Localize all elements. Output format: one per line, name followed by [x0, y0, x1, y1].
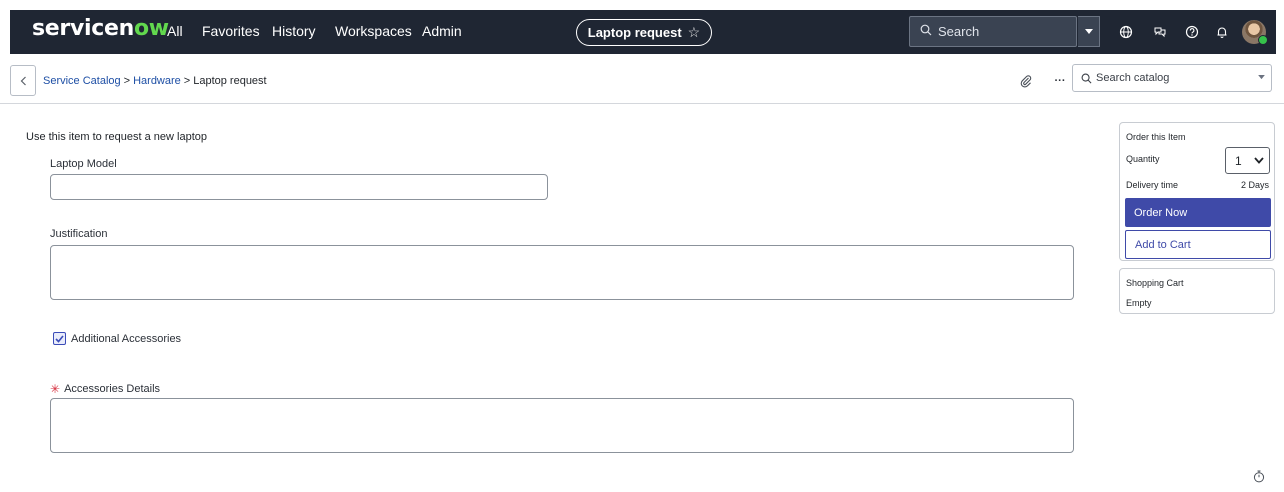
shopping-cart-status: Empty [1126, 298, 1152, 308]
delivery-time-label: Delivery time [1126, 180, 1179, 190]
additional-accessories-label[interactable]: Additional Accessories [71, 333, 181, 345]
additional-accessories-checkbox[interactable] [53, 332, 66, 345]
logo-text: servicen [32, 16, 134, 41]
search-icon [1081, 73, 1092, 83]
caret-down-icon[interactable] [1258, 75, 1265, 80]
nav-workspaces[interactable]: Workspaces [335, 23, 412, 39]
global-search-input[interactable] [938, 24, 1058, 39]
more-options-icon[interactable]: ··· [1051, 72, 1069, 90]
shopping-cart-title: Shopping Cart [1126, 278, 1184, 288]
logo-accent: ow [133, 16, 169, 41]
caret-down-icon [1084, 28, 1093, 34]
search-scope-dropdown[interactable] [1078, 16, 1100, 47]
breadcrumb: Service Catalog > Hardware > Laptop requ… [43, 75, 267, 87]
accessories-details-label-row: ✳ Accessories Details [50, 382, 160, 396]
quantity-value: 1 [1235, 153, 1242, 168]
justification-textarea[interactable] [50, 245, 1074, 300]
justification-label: Justification [50, 228, 108, 240]
order-panel-title: Order this Item [1126, 132, 1186, 142]
attachment-icon[interactable] [1017, 72, 1035, 90]
chat-icon[interactable] [1150, 22, 1170, 42]
nav-admin[interactable]: Admin [422, 23, 462, 39]
breadcrumb-hardware[interactable]: Hardware [133, 75, 181, 87]
order-now-button[interactable]: Order Now [1125, 198, 1271, 227]
laptop-model-label: Laptop Model [50, 158, 117, 170]
user-avatar[interactable] [1242, 20, 1268, 45]
current-page-pill[interactable]: Laptop request ☆ [576, 19, 712, 46]
servicenow-logo[interactable]: servicenow [32, 16, 169, 41]
search-icon [920, 23, 932, 41]
accessories-details-label: Accessories Details [64, 383, 161, 395]
help-icon[interactable] [1182, 22, 1202, 42]
shopping-cart-panel: Shopping Cart Empty [1119, 268, 1275, 314]
quantity-select[interactable]: 1 [1225, 147, 1270, 174]
required-icon: ✳ [50, 382, 61, 396]
quantity-label: Quantity [1126, 154, 1160, 164]
order-panel: Order this Item Quantity 1 Delivery time… [1119, 122, 1275, 261]
item-description: Use this item to request a new laptop [26, 131, 207, 143]
accessories-details-textarea[interactable] [50, 398, 1074, 453]
breadcrumb-separator: > [123, 75, 131, 87]
breadcrumb-current: Laptop request [193, 75, 267, 87]
favorite-star-icon[interactable]: ☆ [688, 24, 701, 41]
pill-label: Laptop request [587, 25, 682, 40]
catalog-search-input[interactable] [1096, 72, 1256, 84]
breadcrumb-service-catalog[interactable]: Service Catalog [43, 75, 121, 87]
timer-icon[interactable] [1252, 469, 1266, 483]
global-search[interactable] [909, 16, 1077, 47]
back-button[interactable] [10, 65, 36, 96]
nav-history[interactable]: History [272, 23, 316, 39]
laptop-model-input[interactable] [50, 174, 548, 200]
catalog-search[interactable] [1072, 64, 1272, 92]
delivery-time-value: 2 Days [1240, 180, 1269, 190]
top-navigation-bar: servicenow All Favorites History Workspa… [10, 10, 1276, 54]
breadcrumb-separator: > [183, 75, 191, 87]
page-header: Service Catalog > Hardware > Laptop requ… [0, 60, 1284, 104]
checkmark-icon [55, 334, 64, 343]
chevron-left-icon [20, 76, 26, 85]
nav-all[interactable]: All [167, 23, 183, 39]
chevron-down-icon [1254, 157, 1264, 164]
nav-favorites[interactable]: Favorites [202, 23, 260, 39]
add-to-cart-button[interactable]: Add to Cart [1125, 230, 1271, 259]
bell-icon[interactable] [1212, 22, 1232, 42]
globe-icon[interactable] [1116, 22, 1136, 42]
